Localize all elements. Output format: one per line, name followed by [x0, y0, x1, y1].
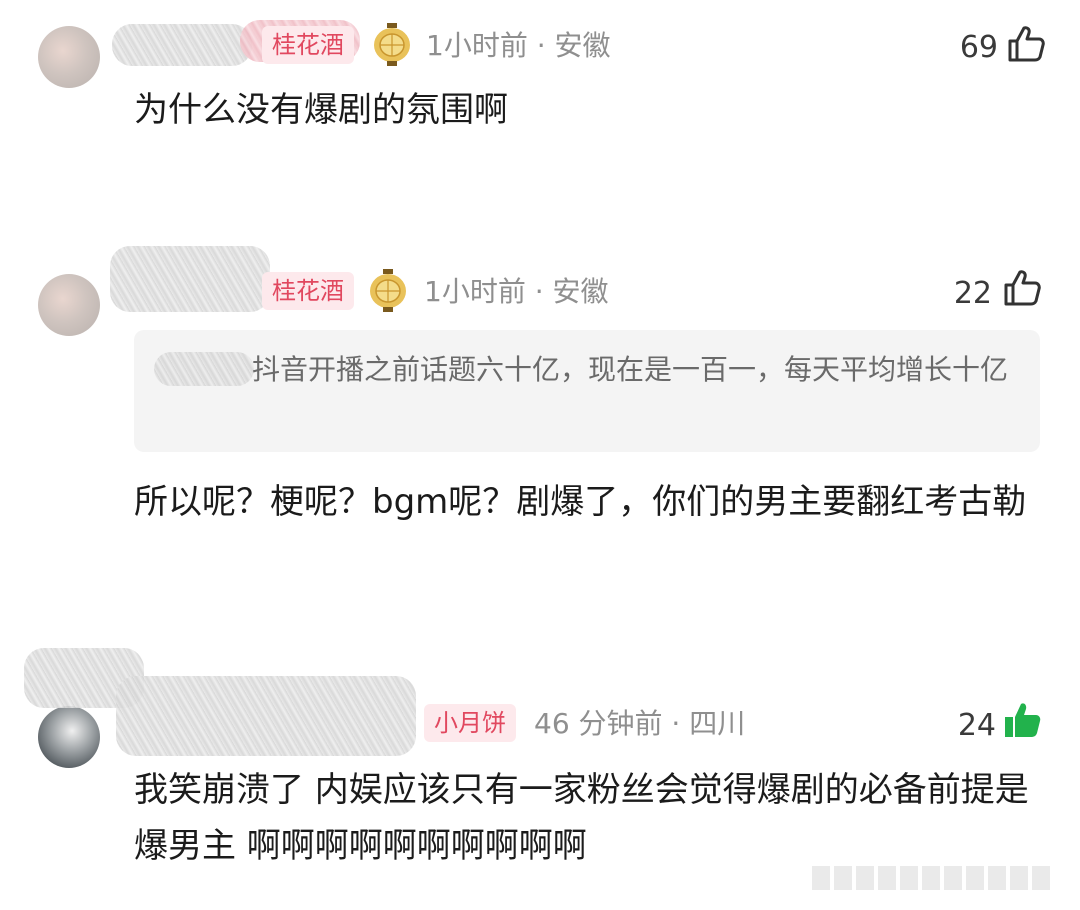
redacted-username	[116, 676, 416, 756]
fan-badge: 桂花酒	[262, 272, 354, 310]
like-count: 69	[959, 30, 998, 65]
comment-1: 桂花酒 1小时前 · 安徽 69 为什么没有爆剧的氛围啊	[0, 0, 1080, 220]
comment-meta: 1小时前 · 安徽	[426, 29, 611, 62]
redacted-username	[112, 24, 252, 66]
lantern-icon	[374, 23, 410, 66]
fan-badge: 桂花酒	[262, 26, 354, 64]
comment-meta: 1小时前 · 安徽	[424, 275, 609, 308]
comment-text: 为什么没有爆剧的氛围啊	[134, 90, 508, 130]
watermark	[812, 866, 1052, 890]
thumbs-up-icon[interactable]	[1002, 268, 1042, 308]
comment-2: 桂花酒 1小时前 · 安徽 22 抖音开播之前话题六十亿，现在是一百一，每天平均…	[0, 240, 1080, 620]
redacted-username	[110, 246, 270, 312]
comment-text: 我笑崩溃了 内娱应该只有一家粉丝会觉得爆剧的必备前提是爆男主 啊啊啊啊啊啊啊啊啊…	[134, 770, 1029, 866]
comment-meta: 46 分钟前 · 四川	[534, 707, 746, 740]
thumbs-up-filled-icon[interactable]	[1002, 700, 1042, 740]
avatar[interactable]	[38, 26, 100, 88]
avatar[interactable]	[38, 274, 100, 336]
thumbs-up-icon[interactable]	[1006, 24, 1046, 64]
like-count: 22	[953, 276, 992, 311]
fan-badge: 小月饼	[424, 704, 516, 742]
quoted-text: 抖音开播之前话题六十亿，现在是一百一，每天平均增长十亿	[252, 353, 1009, 386]
lantern-icon	[370, 269, 406, 312]
quoted-reply[interactable]: 抖音开播之前话题六十亿，现在是一百一，每天平均增长十亿	[134, 330, 1040, 452]
avatar[interactable]	[38, 706, 100, 768]
comment-text: 所以呢？梗呢？bgm呢？剧爆了，你们的男主要翻红考古勒	[134, 482, 1027, 522]
like-count: 24	[957, 708, 996, 743]
